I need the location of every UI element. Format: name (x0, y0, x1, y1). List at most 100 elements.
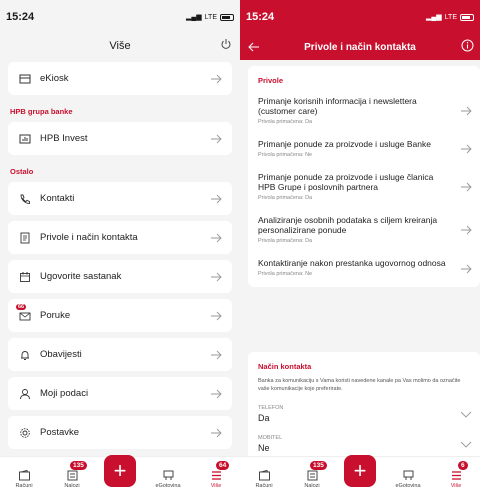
phone-icon (18, 192, 32, 206)
page-title: Privole i način kontakta (304, 41, 416, 53)
menu-item-hpb-invest[interactable]: HPB Invest (8, 122, 232, 155)
kiosk-icon (18, 72, 32, 86)
gear-icon (18, 426, 32, 440)
field-value: Ne (258, 443, 270, 453)
signal-icon: ▂▄▆ (425, 14, 442, 21)
contact-description: Banka za komunikaciju s Vama koristi nav… (258, 378, 461, 392)
bottom-navigation: Računi Nalozi 135 + eGotovina Više 6 (240, 455, 480, 492)
section-title-contact-method: Način kontakta (258, 362, 312, 371)
ecash-icon (163, 470, 173, 480)
nav-label: eGotovina (395, 483, 421, 489)
nav-label: Računi (255, 483, 273, 489)
item-card: Kontakti (8, 182, 232, 215)
ekiosk-card: eKiosk (8, 62, 232, 95)
arrow-right-icon (461, 144, 472, 153)
arrow-right-icon (211, 134, 222, 143)
nav-accounts[interactable]: Računi (248, 469, 280, 489)
nav-more[interactable]: Više 6 (440, 461, 472, 489)
add-button[interactable]: + (344, 455, 376, 487)
nav-label: Računi (15, 483, 33, 489)
page-header: Privole i način kontakta (240, 34, 480, 60)
arrow-right-icon (211, 74, 222, 83)
consent-item[interactable]: Primanje ponude za proizvode i usluge čl… (248, 165, 480, 208)
menu-item-consents[interactable]: Privole i način kontakta (8, 221, 232, 254)
menu-item-label: HPB Invest (40, 133, 88, 144)
nav-ecash[interactable]: eGotovina (392, 469, 424, 489)
orders-badge: 135 (310, 461, 327, 470)
nav-orders[interactable]: Nalozi 135 (296, 461, 328, 489)
menu-item-label: Ugovorite sastanak (40, 271, 122, 282)
ecash-icon (403, 470, 413, 480)
menu-item-label: eKiosk (40, 73, 69, 84)
nav-label: Više (450, 483, 462, 489)
orders-icon (307, 470, 317, 481)
consent-title: Primanje ponude za proizvode i usluge čl… (258, 172, 434, 192)
wallet-icon (18, 469, 30, 481)
item-card: Moji podaci (8, 377, 232, 410)
menu-icon (211, 471, 221, 480)
nav-label: Nalozi (64, 483, 80, 489)
consents-card: Privole Primanje korisnih informacija i … (248, 66, 480, 287)
arrow-right-icon (211, 233, 222, 242)
bell-icon (18, 348, 32, 362)
consent-item[interactable]: Primanje ponude za proizvode i usluge Ba… (248, 132, 480, 165)
page-title: Više (109, 40, 131, 52)
consent-status: Privola primačena: Da (258, 195, 313, 201)
section-title-other: Ostalo (10, 167, 34, 176)
nav-ecash[interactable]: eGotovina (152, 469, 184, 489)
menu-item-messages[interactable]: 66 Poruke (8, 299, 232, 332)
menu-item-notifications[interactable]: Obavijesti (8, 338, 232, 371)
system-indicators: ▂▄▆ LTE (186, 13, 234, 21)
wallet-icon (258, 469, 270, 481)
menu-item-label: Obavijesti (40, 349, 82, 360)
consent-title: Primanje korisnih informacija i newslett… (258, 96, 417, 116)
nav-more[interactable]: Više 64 (200, 461, 232, 489)
logout-icon[interactable] (220, 38, 232, 50)
consent-item[interactable]: Analiziranje osobnih podataka s ciljem k… (248, 208, 480, 251)
menu-item-ekiosk[interactable]: eKiosk (8, 62, 232, 95)
chevron-down-icon (460, 441, 472, 448)
info-icon[interactable] (461, 39, 474, 52)
bottom-navigation: Računi Nalozi 135 + eGotovina Više 64 (0, 455, 240, 492)
status-bar: 15:24 ▂▄▆ LTE (0, 0, 240, 34)
consent-status: Privola primačena: Ne (258, 271, 313, 277)
consent-item[interactable]: Primanje korisnih informacija i newslett… (248, 89, 480, 132)
consent-status: Privola primačena: Ne (258, 152, 313, 158)
status-time: 15:24 (6, 11, 35, 23)
consent-item[interactable]: Kontaktiranje nakon prestanka ugovornog … (248, 251, 480, 287)
user-icon (18, 387, 32, 401)
battery-icon (460, 13, 474, 21)
menu-item-label: Kontakti (40, 193, 75, 204)
section-title-hpb-group: HPB grupa banke (10, 107, 73, 116)
mail-icon: 66 (16, 303, 32, 323)
arrow-right-icon (461, 182, 472, 191)
item-card: Privole i način kontakta (8, 221, 232, 254)
menu-item-label: Moji podaci (40, 388, 89, 399)
menu-item-appointment[interactable]: Ugovorite sastanak (8, 260, 232, 293)
nav-label: Više (210, 483, 222, 489)
arrow-right-icon (211, 389, 222, 398)
contact-field-phone[interactable]: TELEFON Da (248, 399, 480, 429)
nav-orders[interactable]: Nalozi 135 (56, 461, 88, 489)
consent-title: Analiziranje osobnih podataka s ciljem k… (258, 215, 438, 235)
messages-badge: 66 (16, 303, 27, 310)
chart-icon (18, 132, 32, 146)
page-header: Više (0, 34, 240, 58)
orders-icon (67, 470, 77, 481)
consent-title: Primanje ponude za proizvode i usluge Ba… (258, 139, 431, 149)
menu-item-contacts[interactable]: Kontakti (8, 182, 232, 215)
system-indicators: ▂▄▆ LTE (426, 13, 474, 21)
consent-status: Privola primačena: Da (258, 238, 313, 244)
menu-icon (451, 471, 461, 480)
arrow-right-icon (211, 272, 222, 281)
nav-accounts[interactable]: Računi (8, 469, 40, 489)
status-bar: 15:24 ▂▄▆ LTE (240, 0, 480, 34)
menu-item-my-data[interactable]: Moji podaci (8, 377, 232, 410)
menu-item-label: Postavke (40, 427, 80, 438)
menu-item-settings[interactable]: Postavke (8, 416, 232, 449)
back-arrow-icon[interactable] (248, 42, 260, 52)
add-button[interactable]: + (104, 455, 136, 487)
contact-method-card: Način kontakta Banka za komunikaciju s V… (248, 352, 480, 472)
more-badge: 6 (458, 461, 468, 470)
calendar-icon (18, 270, 32, 284)
